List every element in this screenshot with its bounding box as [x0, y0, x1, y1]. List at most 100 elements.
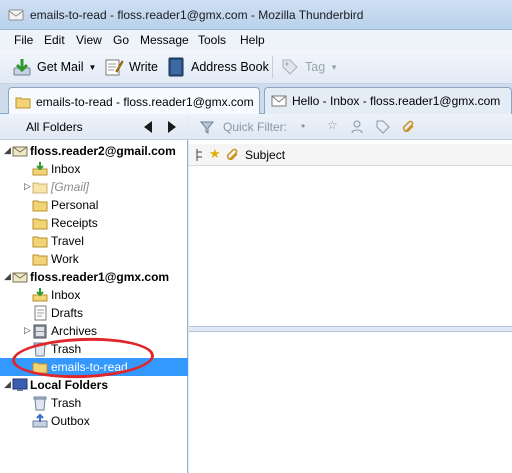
collapse-triangle-icon[interactable]: ◢ [3, 380, 12, 389]
get-mail-dropdown-icon[interactable]: ▼ [89, 63, 97, 72]
title-bar: emails-to-read - floss.reader1@gmx.com -… [0, 0, 512, 30]
toolbar-separator [272, 56, 273, 78]
menu-go[interactable]: Go [113, 33, 129, 47]
folder-receipts[interactable]: Receipts [0, 214, 188, 232]
unread-filter-icon[interactable]: • [301, 119, 305, 133]
folder-label: emails-to-read [51, 360, 128, 374]
folder-travel[interactable]: Travel [0, 232, 188, 250]
star-column-icon[interactable]: ★ [209, 146, 221, 162]
tab-emails-to-read[interactable]: emails-to-read - floss.reader1@gmx.com [8, 87, 260, 115]
folder-gmail[interactable]: ▷ [Gmail] [0, 178, 188, 196]
address-book-label: Address Book [191, 60, 269, 74]
account-gmail[interactable]: ◢ floss.reader2@gmail.com [0, 142, 188, 160]
get-mail-button[interactable]: Get Mail ▼ [12, 54, 96, 80]
previous-view-arrow-icon[interactable] [144, 121, 152, 133]
tag-dropdown-icon[interactable]: ▼ [330, 63, 338, 72]
write-label: Write [129, 60, 158, 74]
thunderbird-app-icon [8, 9, 24, 21]
get-mail-label: Get Mail [37, 60, 84, 74]
mail-account-icon [12, 146, 28, 157]
tag-filter-icon[interactable] [375, 119, 391, 135]
folder-inbox[interactable]: Inbox [0, 160, 188, 178]
account-gmx[interactable]: ◢ floss.reader1@gmx.com [0, 268, 188, 286]
account-label: floss.reader1@gmx.com [30, 270, 170, 284]
folder-inbox[interactable]: Inbox [0, 286, 188, 304]
folder-personal[interactable]: Personal [0, 196, 188, 214]
folder-label: Outbox [51, 414, 90, 428]
trash-icon [33, 396, 47, 411]
thread-pane-header: ★ Subject [189, 144, 512, 166]
thread-column-icon[interactable] [195, 148, 207, 162]
write-button[interactable]: Write [104, 54, 158, 80]
next-view-arrow-icon[interactable] [168, 121, 176, 133]
write-icon [105, 59, 124, 76]
folder-emails-to-read[interactable]: emails-to-read [0, 358, 188, 376]
folder-drafts[interactable]: Drafts [0, 304, 188, 322]
menu-edit[interactable]: Edit [44, 33, 65, 47]
menu-help[interactable]: Help [240, 33, 265, 47]
quick-filter-bar: Quick Filter: • ☆ [189, 114, 512, 140]
folder-view-selector[interactable]: All Folders [26, 120, 83, 134]
tag-button[interactable]: Tag ▼ [280, 54, 338, 80]
quick-filter-icon[interactable] [199, 119, 215, 135]
folder-outbox[interactable]: Outbox [0, 412, 188, 430]
tag-icon [282, 59, 298, 75]
main-toolbar: Get Mail ▼ Write Address Book Tag ▼ [0, 50, 512, 84]
folder-label: Receipts [51, 216, 98, 230]
message-area: Quick Filter: • ☆ ★ Subject [189, 114, 512, 473]
menu-file[interactable]: File [14, 33, 33, 47]
folder-icon [32, 254, 48, 266]
attachment-filter-icon[interactable] [401, 119, 417, 135]
folder-label: Work [51, 252, 79, 266]
outbox-icon [32, 413, 48, 428]
folder-label: Inbox [51, 162, 81, 176]
folder-trash[interactable]: Trash [0, 394, 188, 412]
envelope-icon [271, 95, 287, 107]
folder-label: Trash [51, 396, 82, 410]
window-title: emails-to-read - floss.reader1@gmx.com -… [30, 8, 364, 22]
folder-work[interactable]: Work [0, 250, 188, 268]
folder-icon [32, 362, 48, 374]
folder-icon [32, 218, 48, 230]
address-book-button[interactable]: Address Book [166, 54, 269, 80]
folder-icon [32, 182, 48, 194]
address-book-icon [168, 57, 184, 77]
inbox-icon [32, 162, 48, 176]
account-label: floss.reader2@gmail.com [30, 144, 176, 158]
tag-label: Tag [305, 60, 326, 74]
menu-message[interactable]: Message [140, 33, 189, 47]
folder-label: [Gmail] [51, 180, 90, 194]
contact-filter-icon[interactable] [349, 119, 365, 135]
menu-tools[interactable]: Tools [198, 33, 226, 47]
menu-bar: File Edit View Go Message Tools Help [0, 30, 512, 50]
inbox-icon [32, 288, 48, 302]
folder-label: Travel [51, 234, 84, 248]
folder-pane: All Folders ◢ floss.reader2@gmail.com In… [0, 114, 188, 473]
menu-view[interactable]: View [76, 33, 102, 47]
tab-strip: emails-to-read - floss.reader1@gmx.com H… [0, 84, 512, 115]
folder-archives[interactable]: ▷ Archives [0, 322, 188, 340]
expand-triangle-icon[interactable]: ▷ [23, 326, 32, 335]
message-preview-pane [189, 332, 512, 473]
folder-label: Archives [51, 324, 98, 338]
folder-label: Inbox [51, 288, 81, 302]
quick-filter-label: Quick Filter: [223, 120, 288, 134]
collapse-triangle-icon[interactable]: ◢ [3, 272, 12, 281]
folder-label: Personal [51, 198, 99, 212]
folder-label: Drafts [51, 306, 84, 320]
account-label: Local Folders [30, 378, 109, 392]
tab-label: emails-to-read - floss.reader1@gmx.com [36, 94, 254, 109]
thread-list[interactable] [189, 166, 512, 326]
starred-filter-icon[interactable]: ☆ [327, 118, 338, 132]
account-local-folders[interactable]: ◢ Local Folders [0, 376, 188, 394]
attachment-column-icon[interactable] [226, 148, 240, 162]
tab-label: Hello - Inbox - floss.reader1@gmx.com [292, 94, 501, 108]
collapse-triangle-icon[interactable]: ◢ [3, 146, 12, 155]
subject-column-header[interactable]: Subject [245, 148, 285, 162]
expand-triangle-icon[interactable]: ▷ [23, 182, 32, 191]
drafts-icon [34, 305, 47, 321]
mail-account-icon [12, 272, 28, 283]
folder-trash[interactable]: Trash [0, 340, 188, 358]
tab-hello-inbox[interactable]: Hello - Inbox - floss.reader1@gmx.com [264, 87, 512, 114]
folder-icon [32, 200, 48, 212]
